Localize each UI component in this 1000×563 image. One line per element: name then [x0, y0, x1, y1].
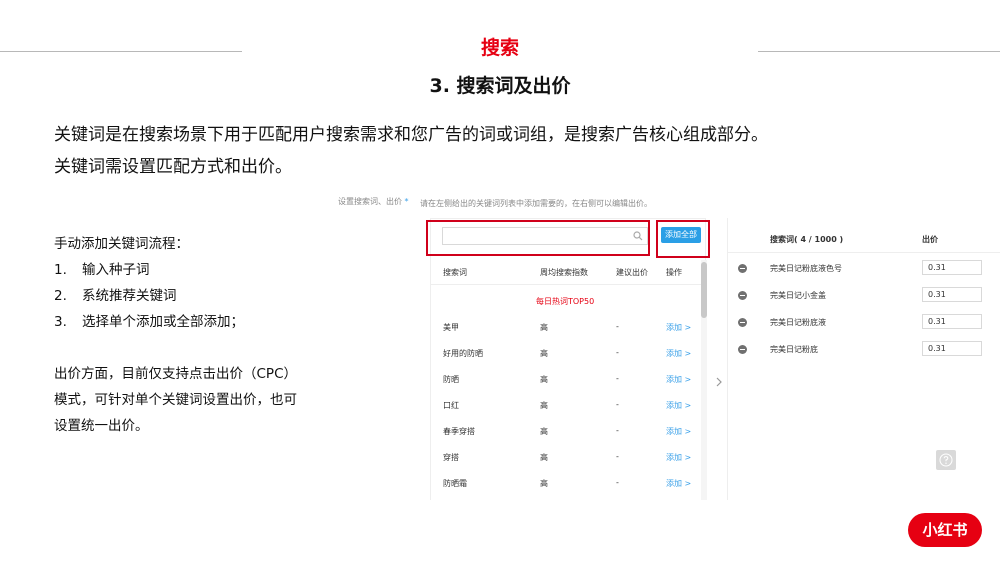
column-header-action: 操作: [666, 268, 682, 277]
flow-step: 3. 选择单个添加或全部添加；: [54, 310, 244, 330]
step-number: 3.: [54, 314, 67, 330]
minus-circle-icon[interactable]: [738, 345, 747, 354]
row-keyword: 防晒: [443, 375, 459, 384]
right-header-divider: [728, 252, 1000, 253]
selected-keyword-count-header: 搜索词( 4 / 1000 ): [770, 235, 844, 244]
add-keyword-link[interactable]: 添加 >: [666, 452, 691, 463]
keyword-settings-screenshot: 设置搜索词、出价 * 请在左侧给出的关键词列表中添加需要的，在右侧可以编辑出价。…: [330, 188, 1000, 500]
row-suggested-bid: -: [616, 348, 619, 357]
bid-input[interactable]: 0.31: [922, 260, 982, 275]
hot-words-section-label: 每日热词TOP50: [536, 297, 595, 306]
minus-circle-icon[interactable]: [738, 318, 747, 327]
step-text: 选择单个添加或全部添加；: [82, 314, 244, 330]
header-divider: [431, 284, 701, 285]
selected-keyword: 完美日记粉底液色号: [770, 264, 842, 273]
row-search-index: 高: [540, 427, 548, 436]
add-all-highlight-box: [656, 220, 710, 258]
row-search-index: 高: [540, 375, 548, 384]
add-keyword-link[interactable]: 添加 >: [666, 478, 691, 489]
bid-paragraph-line: 模式，可针对单个关键词设置出价，也可: [54, 392, 297, 408]
list-scrollbar-thumb[interactable]: [701, 262, 707, 318]
help-icon: [939, 453, 953, 467]
flow-step: 1. 输入种子词: [54, 258, 150, 278]
bid-column-header: 出价: [922, 235, 938, 244]
bid-paragraph-line: 出价方面，目前仅支持点击出价（CPC）: [54, 366, 297, 382]
search-highlight-box: [426, 220, 650, 256]
xiaohongshu-logo: 小红书: [908, 513, 982, 547]
column-header-keyword: 搜索词: [443, 268, 467, 277]
section-label: 搜索: [480, 37, 519, 59]
row-keyword: 防晒霜: [443, 479, 467, 488]
bid-input[interactable]: 0.31: [922, 341, 982, 356]
row-keyword: 好用的防晒: [443, 349, 483, 358]
bid-paragraph-line: 设置统一出价。: [54, 418, 149, 434]
row-suggested-bid: -: [616, 478, 619, 487]
row-search-index: 高: [540, 453, 548, 462]
row-keyword: 口红: [443, 401, 459, 410]
selected-keyword: 完美日记粉底: [770, 345, 818, 354]
add-keyword-link[interactable]: 添加 >: [666, 400, 691, 411]
bid-input[interactable]: 0.31: [922, 287, 982, 302]
selected-keyword: 完美日记小金盖: [770, 291, 826, 300]
recommended-list-panel: [430, 218, 706, 500]
required-mark: *: [404, 197, 409, 206]
field-label: 设置搜索词、出价 *: [338, 197, 409, 206]
column-header-suggested-bid: 建议出价: [616, 268, 648, 277]
row-suggested-bid: -: [616, 322, 619, 331]
column-header-search-index: 周均搜索指数: [540, 268, 588, 277]
row-keyword: 春季穿搭: [443, 427, 475, 436]
selected-keyword: 完美日记粉底液: [770, 318, 826, 327]
instruction-text: 请在左侧给出的关键词列表中添加需要的，在右侧可以编辑出价。: [420, 199, 652, 208]
row-search-index: 高: [540, 323, 548, 332]
flow-step: 2. 系统推荐关键词: [54, 284, 177, 304]
add-keyword-link[interactable]: 添加 >: [666, 322, 691, 333]
step-text: 系统推荐关键词: [82, 288, 177, 304]
step-number: 1.: [54, 262, 67, 278]
add-keyword-link[interactable]: 添加 >: [666, 426, 691, 437]
intro-line-1: 关键词是在搜索场景下用于匹配用户搜索需求和您广告的词或词组，是搜索广告核心组成部…: [54, 125, 768, 145]
chevron-right-icon[interactable]: [714, 376, 724, 388]
intro-line-2: 关键词需设置匹配方式和出价。: [54, 157, 292, 177]
minus-circle-icon[interactable]: [738, 291, 747, 300]
bid-input[interactable]: 0.31: [922, 314, 982, 329]
slide-title: 3. 搜索词及出价: [429, 75, 571, 97]
help-button[interactable]: [936, 450, 956, 470]
row-keyword: 穿搭: [443, 453, 459, 462]
row-suggested-bid: -: [616, 374, 619, 383]
row-search-index: 高: [540, 479, 548, 488]
row-suggested-bid: -: [616, 400, 619, 409]
row-search-index: 高: [540, 401, 548, 410]
step-text: 输入种子词: [82, 262, 150, 278]
minus-circle-icon[interactable]: [738, 264, 747, 273]
row-search-index: 高: [540, 349, 548, 358]
row-suggested-bid: -: [616, 452, 619, 461]
add-keyword-link[interactable]: 添加 >: [666, 374, 691, 385]
add-keyword-link[interactable]: 添加 >: [666, 348, 691, 359]
row-suggested-bid: -: [616, 426, 619, 435]
flow-title: 手动添加关键词流程：: [54, 236, 189, 252]
row-keyword: 美甲: [443, 323, 459, 332]
step-number: 2.: [54, 288, 67, 304]
